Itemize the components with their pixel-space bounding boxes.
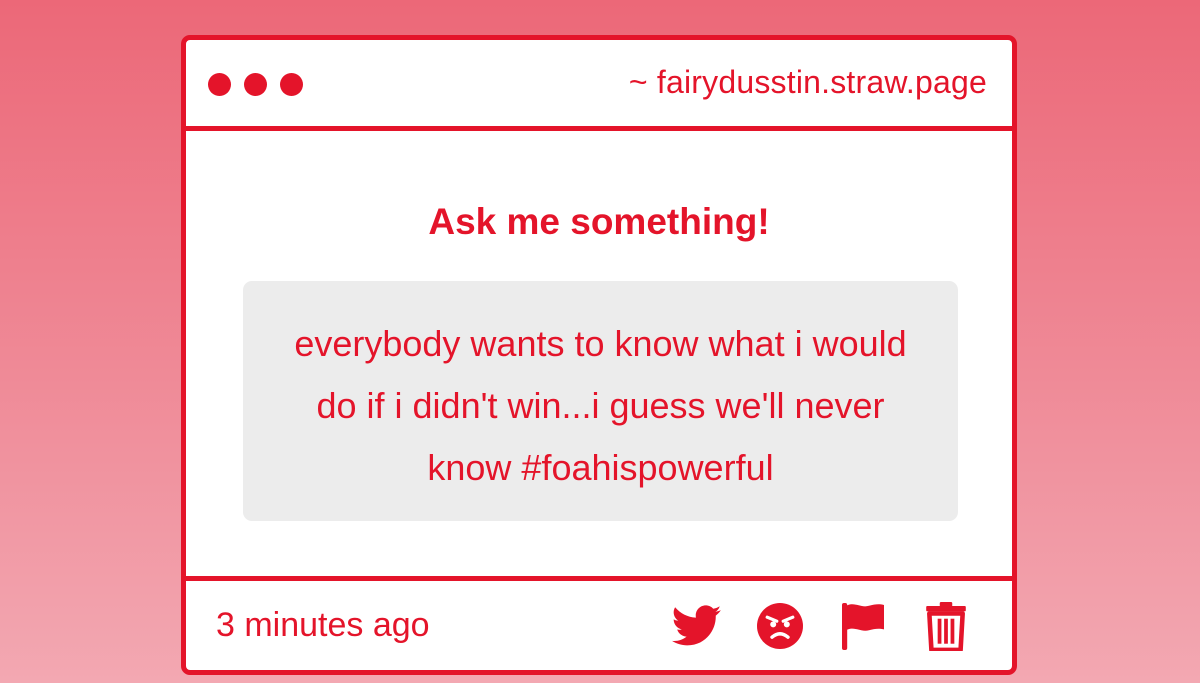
card-content: Ask me something! everybody wants to kno… xyxy=(186,131,1012,576)
angry-face-icon xyxy=(757,603,803,649)
window-dot xyxy=(280,73,303,96)
ask-card: ~ fairydusstin.straw.page Ask me somethi… xyxy=(181,35,1017,675)
delete-button[interactable] xyxy=(920,600,972,652)
react-angry-button[interactable] xyxy=(754,600,806,652)
window-dots xyxy=(208,73,303,96)
twitter-icon xyxy=(672,605,722,646)
window-titlebar: ~ fairydusstin.straw.page xyxy=(186,40,1012,131)
flag-icon xyxy=(842,603,884,650)
card-footer: 3 minutes ago xyxy=(186,576,1012,670)
trash-icon xyxy=(926,602,966,651)
page-url[interactable]: ~ fairydusstin.straw.page xyxy=(629,64,987,101)
page-title: Ask me something! xyxy=(428,201,770,242)
report-flag-button[interactable] xyxy=(837,600,889,652)
question-text: everybody wants to know what i would do … xyxy=(294,323,907,488)
question-box: everybody wants to know what i would do … xyxy=(243,281,958,521)
timestamp: 3 minutes ago xyxy=(216,606,430,644)
action-bar xyxy=(671,600,972,652)
window-dot xyxy=(244,73,267,96)
window-dot xyxy=(208,73,231,96)
share-twitter-button[interactable] xyxy=(671,600,723,652)
